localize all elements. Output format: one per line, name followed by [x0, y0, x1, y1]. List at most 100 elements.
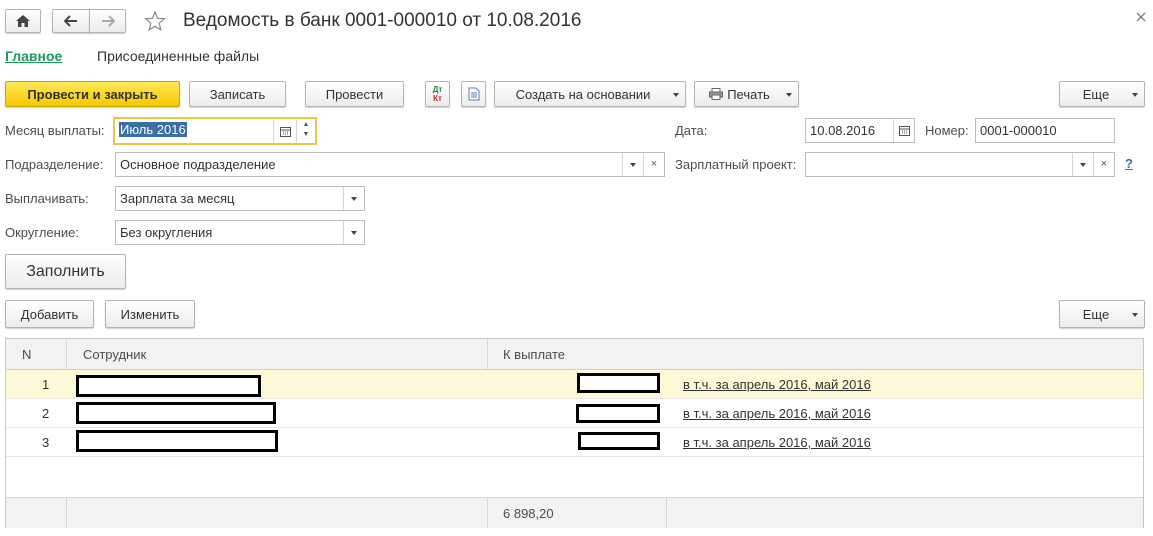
rounding-dropdown-button[interactable]	[343, 221, 364, 244]
table-footer: 6 898,20	[6, 497, 1143, 528]
division-label: Подразделение:	[5, 157, 104, 172]
calendar-button[interactable]	[273, 120, 296, 142]
add-label: Добавить	[20, 306, 79, 322]
table-row[interactable]: 1 в т.ч. за апрель 2016, май 2016	[6, 370, 1143, 399]
print-label: Печать	[727, 86, 770, 102]
post-and-close-button[interactable]: Провести и закрыть	[5, 81, 180, 107]
calendar-icon	[279, 126, 291, 137]
division-clear-button[interactable]: ×	[643, 153, 664, 176]
spin-down-icon: ▼	[302, 131, 310, 138]
table-more-button[interactable]: Еще	[1059, 300, 1145, 328]
date-field[interactable]: 10.08.2016	[805, 118, 915, 143]
division-value: Основное подразделение	[120, 157, 276, 172]
fill-label: Заполнить	[26, 262, 105, 280]
pay-value: Зарплата за месяц	[120, 191, 235, 206]
close-icon	[1136, 12, 1146, 22]
post-button[interactable]: Провести	[305, 81, 404, 107]
rounding-label: Округление:	[5, 225, 79, 240]
table-row[interactable]: 3 в т.ч. за апрель 2016, май 2016	[6, 428, 1143, 457]
arrow-left-icon	[64, 15, 77, 27]
create-based-on-button[interactable]: Создать на основании	[494, 81, 686, 107]
save-label: Записать	[209, 86, 266, 102]
redacted-amount	[576, 404, 660, 423]
redacted-amount	[578, 432, 660, 450]
more-label: Еще	[1082, 86, 1110, 102]
arrow-right-icon	[101, 15, 115, 27]
employees-table[interactable]: N Сотрудник К выплате 1 в т.ч. за апрель…	[5, 338, 1144, 528]
row-number: 2	[42, 406, 50, 421]
salary-project-clear-button[interactable]: ×	[1093, 153, 1114, 176]
number-field[interactable]: 0001-000010	[975, 118, 1115, 143]
salary-project-dropdown-button[interactable]	[1072, 153, 1093, 176]
month-field[interactable]: Июль 2016 ▲ ▼	[113, 117, 317, 145]
date-value: 10.08.2016	[810, 123, 876, 138]
salary-project-label: Зарплатный проект:	[675, 157, 797, 172]
post-and-close-label: Провести и закрыть	[27, 86, 158, 102]
close-button[interactable]	[1136, 10, 1150, 24]
chevron-down-icon	[1080, 162, 1086, 167]
month-label: Месяц выплаты:	[5, 123, 105, 138]
page-title: Ведомость в банк 0001-000010 от 10.08.20…	[183, 10, 582, 31]
home-icon	[16, 15, 30, 27]
rounding-field[interactable]: Без округления	[115, 220, 365, 245]
chevron-down-icon	[351, 230, 357, 235]
rounding-value: Без округления	[120, 225, 213, 240]
number-label: Номер:	[925, 123, 969, 138]
pay-field[interactable]: Зарплата за месяц	[115, 186, 365, 211]
chevron-down-icon	[673, 93, 679, 97]
salary-project-field[interactable]: ×	[805, 152, 1115, 177]
month-spin-button[interactable]: ▲ ▼	[296, 120, 315, 142]
printer-icon	[709, 88, 724, 100]
period-note-link[interactable]: в т.ч. за апрель 2016, май 2016	[683, 435, 871, 450]
column-header-n[interactable]: N	[22, 347, 31, 362]
table-more-label: Еще	[1082, 306, 1110, 322]
post-label: Провести	[325, 86, 384, 102]
home-button[interactable]	[5, 9, 41, 33]
calendar-icon	[898, 126, 910, 136]
redacted-amount	[577, 373, 660, 393]
tab-main[interactable]: Главное	[5, 48, 62, 64]
forward-button[interactable]	[89, 9, 126, 33]
redacted-employee	[76, 430, 278, 452]
pay-label: Выплачивать:	[5, 191, 89, 206]
redacted-employee	[76, 402, 276, 424]
fill-button[interactable]: Заполнить	[5, 254, 126, 289]
period-note-link[interactable]: в т.ч. за апрель 2016, май 2016	[683, 377, 871, 392]
division-dropdown-button[interactable]	[622, 153, 643, 176]
save-button[interactable]: Записать	[189, 81, 286, 107]
column-divider	[487, 339, 488, 369]
help-link[interactable]: ?	[1125, 156, 1133, 171]
document-icon	[468, 87, 479, 101]
star-icon	[144, 10, 166, 32]
period-note-link[interactable]: в т.ч. за апрель 2016, май 2016	[683, 406, 871, 421]
table-row[interactable]: 2 в т.ч. за апрель 2016, май 2016	[6, 399, 1143, 428]
dt-label: Дт	[432, 85, 443, 94]
create-based-on-label: Создать на основании	[515, 86, 651, 102]
close-icon: ×	[650, 158, 658, 170]
chevron-down-icon	[630, 162, 636, 167]
close-icon: ×	[1100, 158, 1108, 170]
division-field[interactable]: Основное подразделение ×	[115, 152, 665, 177]
tab-attached-files[interactable]: Присоединенные файлы	[97, 48, 259, 64]
chevron-down-icon	[786, 93, 792, 97]
favorite-star-button[interactable]	[144, 10, 166, 35]
add-button[interactable]: Добавить	[5, 300, 94, 328]
date-calendar-button[interactable]	[893, 119, 914, 142]
column-header-to-pay[interactable]: К выплате	[503, 347, 565, 362]
edit-label: Изменить	[120, 306, 180, 322]
column-divider	[487, 498, 488, 528]
column-divider	[66, 339, 67, 369]
print-button[interactable]: Печать	[694, 81, 799, 107]
pay-dropdown-button[interactable]	[343, 187, 364, 210]
chevron-down-icon	[1132, 313, 1138, 317]
chevron-down-icon	[351, 196, 357, 201]
number-value: 0001-000010	[980, 123, 1057, 138]
kt-label: Кт	[433, 94, 442, 103]
document-button[interactable]	[461, 81, 486, 107]
back-button[interactable]	[52, 9, 90, 33]
table-header: N Сотрудник К выплате	[6, 339, 1143, 370]
column-header-employee[interactable]: Сотрудник	[83, 347, 146, 362]
dt-kt-button[interactable]: Дт Кт	[425, 81, 450, 107]
more-button[interactable]: Еще	[1059, 81, 1145, 107]
edit-button[interactable]: Изменить	[105, 300, 195, 328]
